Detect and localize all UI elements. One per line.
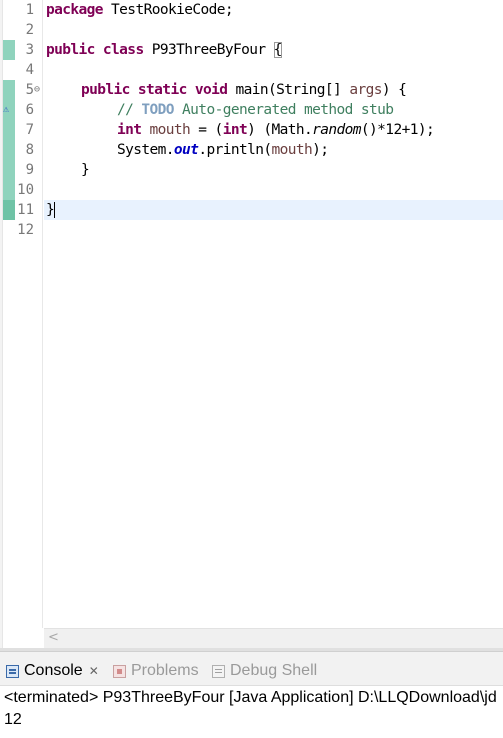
- code-line-7: int mouth = (int) (Math.random()*12+1);: [117, 120, 435, 140]
- problems-icon: [113, 664, 126, 678]
- keyword: public: [46, 42, 95, 58]
- code-line-3: public class P93ThreeByFour {: [46, 40, 282, 60]
- keyword: int: [222, 122, 248, 138]
- signature-end: ) {: [381, 82, 407, 98]
- text-cursor: [54, 202, 56, 218]
- current-line-highlight: [44, 200, 503, 220]
- tab-label: Problems: [131, 662, 199, 679]
- keyword: int: [117, 122, 142, 138]
- expression-end: ()*12+1);: [360, 122, 435, 138]
- keyword: class: [102, 42, 144, 58]
- parameter-name: args: [349, 82, 382, 98]
- line-number: 5: [25, 82, 34, 98]
- console-status-line: <terminated> P93ThreeByFour [Java Applic…: [4, 689, 497, 706]
- comment-text: Auto-generated method stub: [173, 102, 394, 118]
- matching-bracket: {: [273, 42, 282, 58]
- closing-brace: }: [46, 202, 55, 218]
- comment-prefix: //: [117, 102, 142, 118]
- class-name: P93ThreeByFour: [143, 42, 274, 58]
- panel-tab-bar: Console ✕ Problems Debug Shell: [0, 652, 503, 686]
- expression: ) (Math.: [247, 122, 313, 138]
- tab-debug-shell[interactable]: Debug Shell: [212, 658, 317, 684]
- tab-console[interactable]: Console ✕: [6, 658, 99, 684]
- line-number: 1: [25, 2, 34, 18]
- tab-label: Debug Shell: [230, 662, 318, 679]
- code-line-5: public static void main(String[] args) {: [81, 80, 407, 100]
- code-line-8: System.out.println(mouth);: [117, 140, 329, 160]
- console-panel: Console ✕ Problems Debug Shell <terminat…: [0, 651, 503, 738]
- line-number: 4: [25, 62, 34, 78]
- scroll-left-icon[interactable]: <: [48, 630, 59, 645]
- local-variable: mouth: [271, 142, 313, 158]
- tab-label: Console: [24, 662, 83, 679]
- close-icon[interactable]: ✕: [89, 658, 99, 684]
- code-line-9: }: [81, 160, 90, 180]
- line-number: 10: [17, 182, 34, 198]
- static-field: out: [173, 142, 199, 158]
- local-variable: mouth: [141, 122, 191, 138]
- keyword: public: [81, 82, 130, 98]
- line-number: 12: [17, 222, 34, 238]
- static-method: random: [312, 122, 361, 138]
- method-call: .println(: [198, 142, 272, 158]
- package-name: TestRookieCode;: [102, 2, 234, 18]
- keyword: package: [46, 2, 104, 18]
- line-number: 8: [25, 142, 34, 158]
- warning-icon[interactable]: ⚠: [3, 104, 15, 116]
- line-number: 3: [25, 42, 34, 58]
- code-line-6: // TODO Auto-generated method stub: [117, 100, 394, 120]
- code-line-11: }: [46, 200, 56, 220]
- todo-tag: TODO: [141, 102, 174, 118]
- console-output[interactable]: 12: [4, 711, 22, 729]
- method-signature: main(String[]: [227, 82, 350, 98]
- closing-brace: }: [81, 162, 90, 178]
- operator: = (: [190, 122, 223, 138]
- tab-problems[interactable]: Problems: [113, 658, 199, 684]
- line-number: 2: [25, 22, 34, 38]
- fold-collapse-icon[interactable]: ⊖: [34, 80, 42, 100]
- line-number: 9: [25, 162, 34, 178]
- line-number: 7: [25, 122, 34, 138]
- call-end: );: [312, 142, 329, 158]
- keyword: static: [137, 82, 187, 98]
- debug-shell-icon: [212, 664, 225, 678]
- console-icon: [6, 664, 19, 678]
- code-editor[interactable]: 1 2 3 4 5 6 7 8 9 10 11 12 ⊖ ⚠ package T…: [0, 0, 503, 651]
- keyword: void: [194, 82, 228, 98]
- horizontal-scrollbar[interactable]: <: [44, 628, 503, 648]
- line-number: 11: [17, 202, 34, 218]
- code-line-1: package TestRookieCode;: [46, 0, 234, 20]
- class-ref: System.: [117, 142, 175, 158]
